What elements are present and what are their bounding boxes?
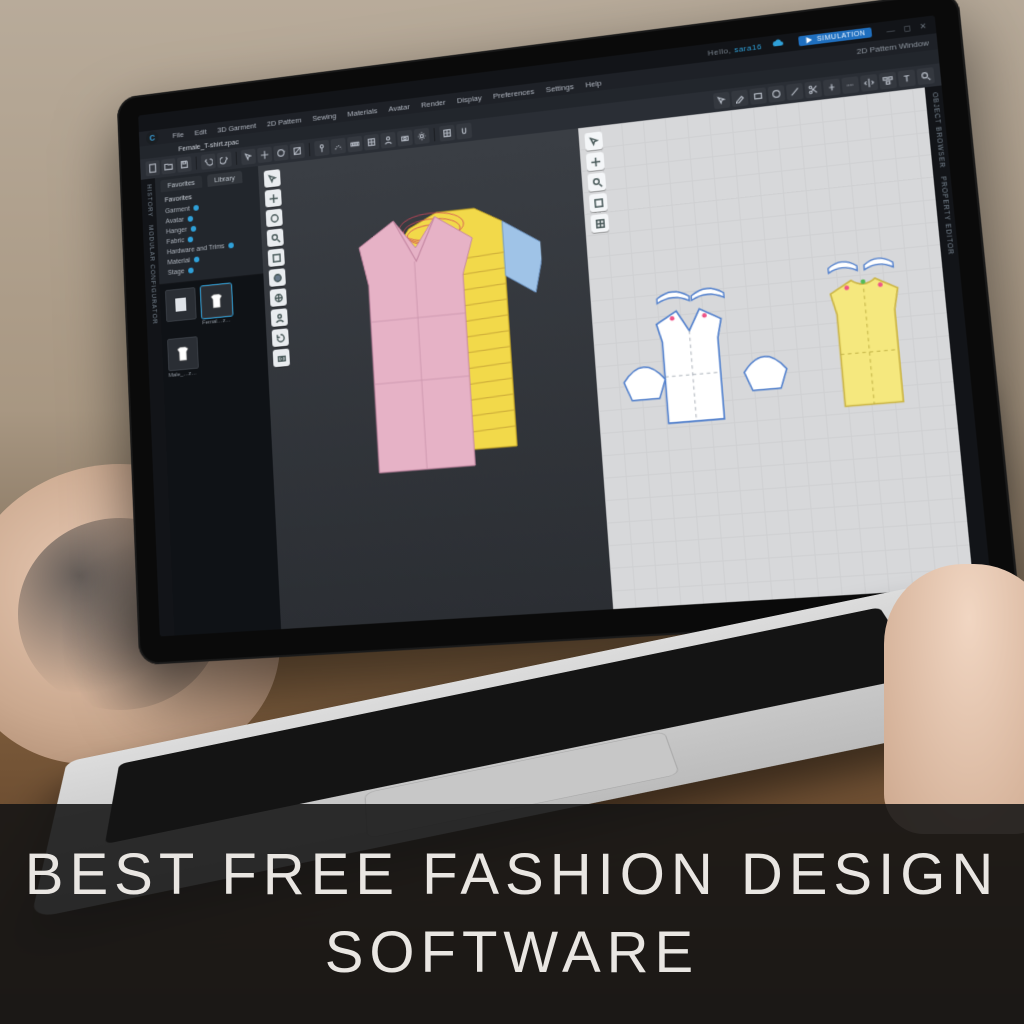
tool-2d-select-icon[interactable]: [713, 92, 730, 110]
thumb-male-tshirt[interactable]: Male_…zpac: [167, 336, 199, 379]
expand-dot-icon: [228, 242, 234, 248]
viewport-3d-toolbar: [264, 169, 290, 367]
menu-help[interactable]: Help: [585, 78, 602, 89]
tool-2d-rect-icon[interactable]: [749, 87, 767, 105]
file-browser: Femal…zpac Male_…zpac: [159, 274, 281, 635]
tool-2d-text-icon[interactable]: [898, 69, 916, 87]
scene-background: Hello, sara16 SIMULATION — ◻ ✕: [0, 0, 1024, 1024]
menu-edit[interactable]: Edit: [194, 127, 207, 137]
tab-history[interactable]: HISTORY: [145, 184, 153, 218]
tool-2d-mirror-icon[interactable]: [860, 74, 878, 92]
screen-bezel: Hello, sara16 SIMULATION — ◻ ✕: [117, 0, 1021, 665]
garment-3d-preview[interactable]: [320, 189, 557, 503]
username-label[interactable]: sara16: [734, 42, 762, 54]
right-hand: [884, 564, 1024, 834]
tool-scale-icon[interactable]: [290, 143, 305, 160]
menu-settings[interactable]: Settings: [546, 82, 575, 94]
expand-dot-icon: [190, 225, 196, 231]
menu-file[interactable]: File: [172, 130, 184, 140]
expand-dot-icon: [188, 236, 194, 242]
vp-snapshot-icon[interactable]: [273, 348, 290, 367]
menu-sewing[interactable]: Sewing: [312, 111, 336, 122]
pattern-pieces[interactable]: [578, 87, 974, 609]
vp-avatar-visible-icon[interactable]: [271, 308, 288, 327]
vp-reset-icon[interactable]: [272, 328, 289, 347]
tool-new-icon[interactable]: [145, 160, 160, 176]
tool-2d-notch-icon[interactable]: [823, 78, 841, 96]
expand-dot-icon: [188, 267, 194, 273]
tool-sew-icon[interactable]: [331, 138, 347, 155]
tool-snap-icon[interactable]: [456, 123, 472, 140]
viewport-3d[interactable]: [258, 128, 613, 629]
simulation-label: SIMULATION: [817, 30, 866, 43]
laptop: Hello, sara16 SIMULATION — ◻ ✕: [117, 0, 1021, 665]
viewport-2d[interactable]: [578, 87, 974, 609]
vp-pan-icon[interactable]: [265, 189, 282, 208]
greeting-label: Hello,: [707, 45, 731, 57]
thumb-female-tshirt[interactable]: Femal…zpac: [201, 283, 233, 326]
tab-object-browser[interactable]: OBJECT BROWSER: [930, 92, 945, 169]
thumb-label: Male_…zpac: [169, 370, 200, 379]
tool-pin-icon[interactable]: [314, 140, 329, 157]
menu-2d-pattern[interactable]: 2D Pattern: [267, 115, 302, 128]
tool-move-icon[interactable]: [257, 147, 272, 164]
tool-avatar-icon[interactable]: [380, 132, 396, 149]
tab-property-editor[interactable]: PROPERTY EDITOR: [938, 176, 953, 255]
window-controls: — ◻ ✕: [886, 21, 928, 35]
expand-dot-icon: [193, 204, 199, 210]
tool-camera-icon[interactable]: [397, 130, 413, 147]
thumb-label: Femal…zpac: [202, 317, 233, 326]
menu-avatar[interactable]: Avatar: [388, 102, 410, 113]
vp-rotate-icon[interactable]: [266, 209, 283, 228]
menu-3d-garment[interactable]: 3D Garment: [217, 121, 256, 134]
vp-zoom-icon[interactable]: [267, 228, 284, 247]
caption-text: BEST FREE FASHION DESIGN SOFTWARE: [0, 836, 1024, 993]
tool-2d-line-icon[interactable]: [786, 83, 804, 101]
cloud-icon[interactable]: [772, 38, 785, 50]
expand-dot-icon: [187, 215, 193, 221]
thumb-blank[interactable]: [165, 287, 197, 330]
menu-render[interactable]: Render: [421, 97, 446, 109]
app-logo-icon[interactable]: C: [146, 131, 159, 145]
tool-texture-icon[interactable]: [364, 134, 380, 151]
tool-light-icon[interactable]: [414, 128, 430, 145]
tool-select-icon[interactable]: [241, 149, 256, 166]
app-window: Hello, sara16 SIMULATION — ◻ ✕: [138, 15, 991, 636]
tool-rotate-icon[interactable]: [273, 145, 288, 162]
favorites-list: Favorites Garment Avatar Hanger Fabric H…: [156, 181, 264, 285]
vp-wire-icon[interactable]: [270, 288, 287, 307]
tool-2d-circle-icon[interactable]: [768, 85, 786, 103]
tool-undo-icon[interactable]: [201, 153, 216, 170]
menu-display[interactable]: Display: [457, 93, 482, 105]
vp-select-icon[interactable]: [264, 169, 281, 188]
tool-redo-icon[interactable]: [217, 151, 232, 168]
vp-shade-icon[interactable]: [269, 268, 286, 287]
tool-2d-seam-icon[interactable]: [841, 76, 859, 94]
tool-open-icon[interactable]: [161, 158, 176, 174]
close-icon[interactable]: ✕: [919, 21, 927, 31]
tab-modular-configurator[interactable]: MODULAR CONFIGURATOR: [147, 225, 157, 325]
caption-bar: BEST FREE FASHION DESIGN SOFTWARE: [0, 804, 1024, 1024]
tool-2d-cut-icon[interactable]: [804, 81, 822, 99]
tool-measure-icon[interactable]: [347, 136, 363, 153]
menu-preferences[interactable]: Preferences: [493, 87, 535, 101]
tool-2d-pen-icon[interactable]: [731, 89, 749, 107]
tool-save-icon[interactable]: [177, 156, 192, 172]
work-area: HISTORY MODULAR CONFIGURATOR Favorites L…: [141, 85, 991, 636]
expand-dot-icon: [193, 256, 199, 262]
maximize-icon[interactable]: ◻: [903, 23, 911, 33]
menu-materials[interactable]: Materials: [347, 106, 377, 118]
tool-2d-zoom-icon[interactable]: [916, 67, 934, 85]
tool-2d-arrange-icon[interactable]: [879, 72, 897, 90]
tool-grid-icon[interactable]: [439, 125, 455, 142]
vp-fit-icon[interactable]: [268, 248, 285, 267]
minimize-icon[interactable]: —: [886, 25, 896, 35]
